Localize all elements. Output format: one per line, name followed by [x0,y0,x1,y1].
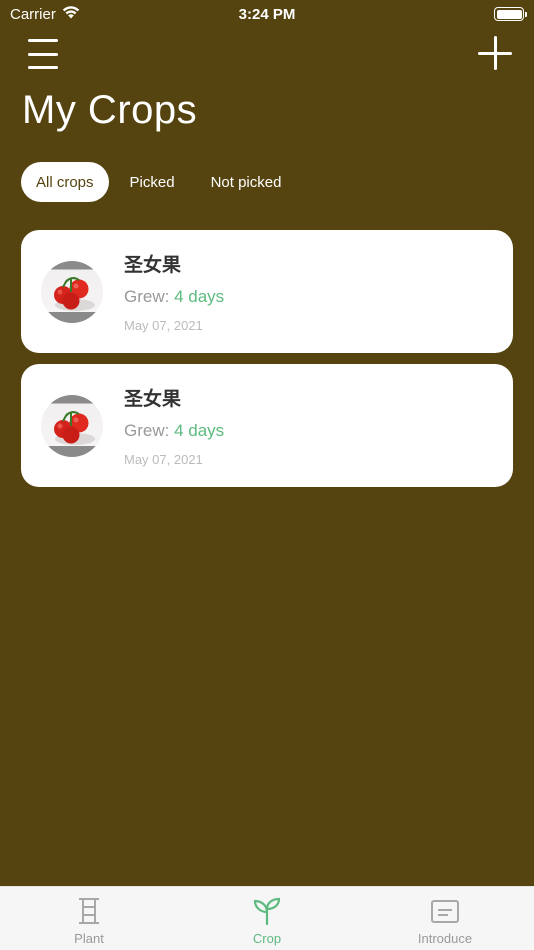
status-time: 3:24 PM [238,5,296,23]
menu-button[interactable] [28,38,58,70]
status-left: Carrier [10,5,80,23]
grew-label: Grew: [124,421,170,440]
tab-all-crops[interactable]: All crops [21,162,109,202]
grew-label: Grew: [124,287,170,306]
crop-grew: Grew: 4 days [124,421,224,441]
tab-bar: Plant Crop Introduce [0,886,534,950]
greenhouse-icon [73,895,105,927]
tab-not-picked[interactable]: Not picked [196,162,297,202]
crop-card[interactable]: 圣女果 Grew: 4 days May 07, 2021 [21,364,513,487]
grew-days: 4 days [174,421,225,440]
tab-crop-label: Crop [252,931,282,946]
crop-date: May 07, 2021 [124,318,203,333]
status-bar: Carrier 3:24 PM [0,0,534,28]
menu-icon-bar [28,66,58,69]
tab-introduce-label: Introduce [417,931,473,946]
crop-list: 圣女果 Grew: 4 days May 07, 2021 圣女果 Grew: [21,230,513,498]
tomato-icon [41,394,103,457]
crop-info: 圣女果 Grew: 4 days May 07, 2021 [124,384,224,467]
carrier-label: Carrier [10,5,56,23]
tab-picked[interactable]: Picked [115,162,190,202]
grew-days: 4 days [174,287,225,306]
add-crop-button[interactable] [478,36,512,70]
crop-info: 圣女果 Grew: 4 days May 07, 2021 [124,250,224,333]
tab-crop[interactable]: Crop [178,887,356,950]
page-title: My Crops [22,88,198,132]
filter-tabs: All crops Picked Not picked [21,162,296,202]
menu-icon-bar [28,52,58,56]
menu-icon-bar [28,39,58,42]
crop-date: May 07, 2021 [124,452,203,467]
wifi-icon [62,5,80,23]
battery-icon [494,7,527,21]
crop-name: 圣女果 [124,254,182,276]
sprout-icon [251,895,283,927]
tab-introduce[interactable]: Introduce [356,887,534,950]
crop-card[interactable]: 圣女果 Grew: 4 days May 07, 2021 [21,230,513,353]
document-icon [429,895,461,927]
tab-plant[interactable]: Plant [0,887,178,950]
crop-name: 圣女果 [124,388,182,410]
crop-grew: Grew: 4 days [124,287,224,307]
tab-plant-label: Plant [74,931,104,946]
tomato-icon [41,260,103,323]
